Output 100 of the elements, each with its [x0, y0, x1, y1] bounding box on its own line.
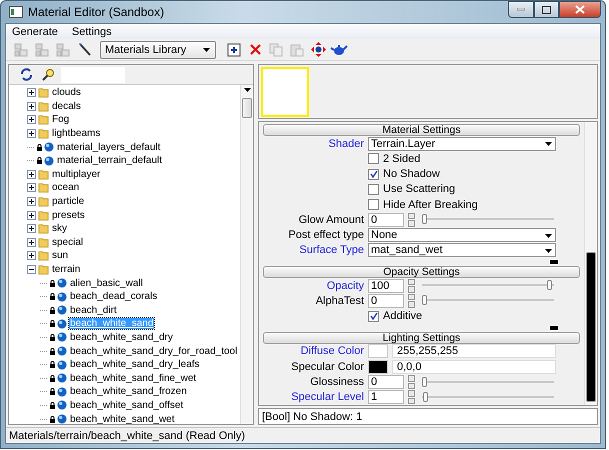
tree-item[interactable]: beach_dirt [69, 304, 118, 316]
tree-item[interactable]: Fog [51, 114, 70, 126]
section-header[interactable]: Opacity Settings [263, 266, 580, 278]
close-button[interactable] [559, 1, 601, 18]
tree-item[interactable]: beach_white_sand_offset [69, 400, 184, 411]
folder-icon [38, 264, 49, 276]
delete-icon [248, 43, 262, 56]
tree-item[interactable]: ocean [51, 182, 80, 194]
number-field[interactable]: 1 [368, 390, 404, 404]
number-field[interactable]: 0 [368, 212, 404, 227]
tree-item[interactable]: material_layers_default [56, 142, 162, 153]
spin-buttons[interactable] [408, 375, 415, 390]
copy-icon [269, 42, 283, 56]
tree-item[interactable]: beach_white_sand_dry [69, 332, 174, 343]
tree-item[interactable]: multiplayer [51, 168, 102, 180]
expand-icon[interactable] [27, 115, 36, 124]
menu-item[interactable]: Settings [72, 26, 112, 38]
tree-item[interactable]: sun [51, 250, 70, 262]
slider[interactable] [422, 376, 554, 388]
sphere-icon [57, 346, 67, 356]
tree-item[interactable]: material_terrain_default [56, 155, 164, 166]
slider-thumb[interactable] [422, 376, 427, 387]
tree-item[interactable]: presets [51, 210, 86, 221]
expand-icon[interactable] [27, 197, 36, 206]
slider[interactable] [422, 214, 554, 226]
folder-icon [38, 236, 49, 248]
search-field[interactable] [61, 66, 125, 82]
tree-item[interactable]: terrain [51, 264, 82, 276]
folder-icon [38, 210, 49, 221]
menu-item[interactable]: Generate [12, 26, 58, 38]
spin-buttons[interactable] [408, 212, 415, 227]
property-label: Glossiness [309, 376, 364, 388]
tree-item[interactable]: sky [51, 223, 68, 234]
property-select[interactable]: Terrain.Layer [368, 136, 556, 151]
spin-buttons[interactable] [408, 278, 415, 293]
search-icon [42, 68, 54, 81]
tree-item[interactable]: clouds [51, 87, 82, 98]
slider-thumb[interactable] [422, 295, 427, 306]
spin-buttons[interactable] [408, 294, 415, 308]
color-value-field[interactable]: 255,255,255 [392, 344, 556, 358]
slider[interactable] [422, 392, 554, 403]
checkbox[interactable] [368, 153, 379, 164]
scrollbar[interactable] [584, 122, 597, 405]
expand-icon[interactable] [27, 238, 36, 247]
property-label: Surface Type [298, 244, 364, 256]
slider-thumb[interactable] [422, 214, 427, 224]
tree-item[interactable]: beach_white_sand_frozen [69, 386, 188, 398]
checkbox[interactable] [368, 310, 379, 322]
expand-icon[interactable] [27, 102, 36, 111]
tree-item[interactable]: beach_white_sand_wet [69, 414, 176, 424]
tree-item[interactable]: beach_white_sand_fine_wet [69, 372, 198, 384]
scrollbar[interactable] [240, 85, 253, 424]
tree-item[interactable]: beach_white_sand_dry_leafs [69, 359, 201, 370]
slider[interactable] [422, 295, 554, 306]
tree-item[interactable]: decals [51, 100, 82, 112]
slider-thumb[interactable] [423, 392, 428, 402]
scroll-thumb[interactable] [242, 98, 252, 118]
toolbar-button[interactable] [309, 40, 327, 58]
section-header[interactable]: Material Settings [263, 124, 580, 136]
tree-item[interactable]: alien_basic_wall [69, 278, 144, 289]
expand-icon[interactable] [27, 88, 36, 98]
tree-item[interactable]: lightbeams [51, 128, 102, 140]
cubes-icon [14, 42, 28, 56]
tree-item[interactable]: particle [51, 196, 86, 208]
number-field[interactable]: 0 [368, 294, 404, 308]
section-header[interactable]: Lighting Settings [263, 332, 580, 344]
maximize-button[interactable] [534, 1, 559, 18]
expand-icon[interactable] [27, 183, 36, 192]
checkbox[interactable] [368, 199, 379, 210]
expand-icon[interactable] [27, 210, 36, 220]
number-field[interactable]: 100 [368, 278, 404, 293]
scroll-thumb[interactable] [586, 252, 596, 402]
tree-item[interactable]: beach_white_sand_dry_for_road_tool [69, 346, 238, 357]
property-select[interactable]: None [368, 228, 556, 242]
expand-icon[interactable] [27, 129, 36, 138]
spin-buttons[interactable] [408, 390, 415, 404]
number-field[interactable]: 0 [368, 375, 404, 390]
sphere-icon [44, 142, 54, 152]
collapse-icon[interactable] [27, 265, 36, 274]
description-bar: [Bool] No Shadow: 1 [258, 408, 598, 425]
wand-icon [76, 42, 92, 57]
tree-item[interactable]: beach_dead_corals [69, 291, 158, 302]
checkbox-label: Hide After Breaking [383, 198, 478, 211]
minimize-button[interactable] [508, 1, 534, 18]
toolbar-button[interactable] [225, 40, 243, 58]
color-swatch[interactable] [368, 344, 388, 358]
folder-icon [38, 250, 49, 262]
library-select[interactable]: Materials Library [100, 40, 216, 58]
checkbox[interactable] [368, 168, 379, 180]
expand-icon[interactable] [27, 170, 36, 179]
sphere-icon [57, 292, 67, 302]
slider-thumb[interactable] [547, 280, 552, 290]
expand-icon[interactable] [27, 251, 36, 260]
color-value-field[interactable]: 0,0,0 [392, 360, 556, 374]
property-select[interactable]: mat_sand_wet [368, 243, 556, 258]
color-swatch[interactable] [368, 360, 388, 374]
slider[interactable] [422, 280, 554, 292]
tree-item[interactable]: special [51, 236, 84, 248]
expand-icon[interactable] [27, 224, 36, 234]
checkbox[interactable] [368, 184, 379, 195]
